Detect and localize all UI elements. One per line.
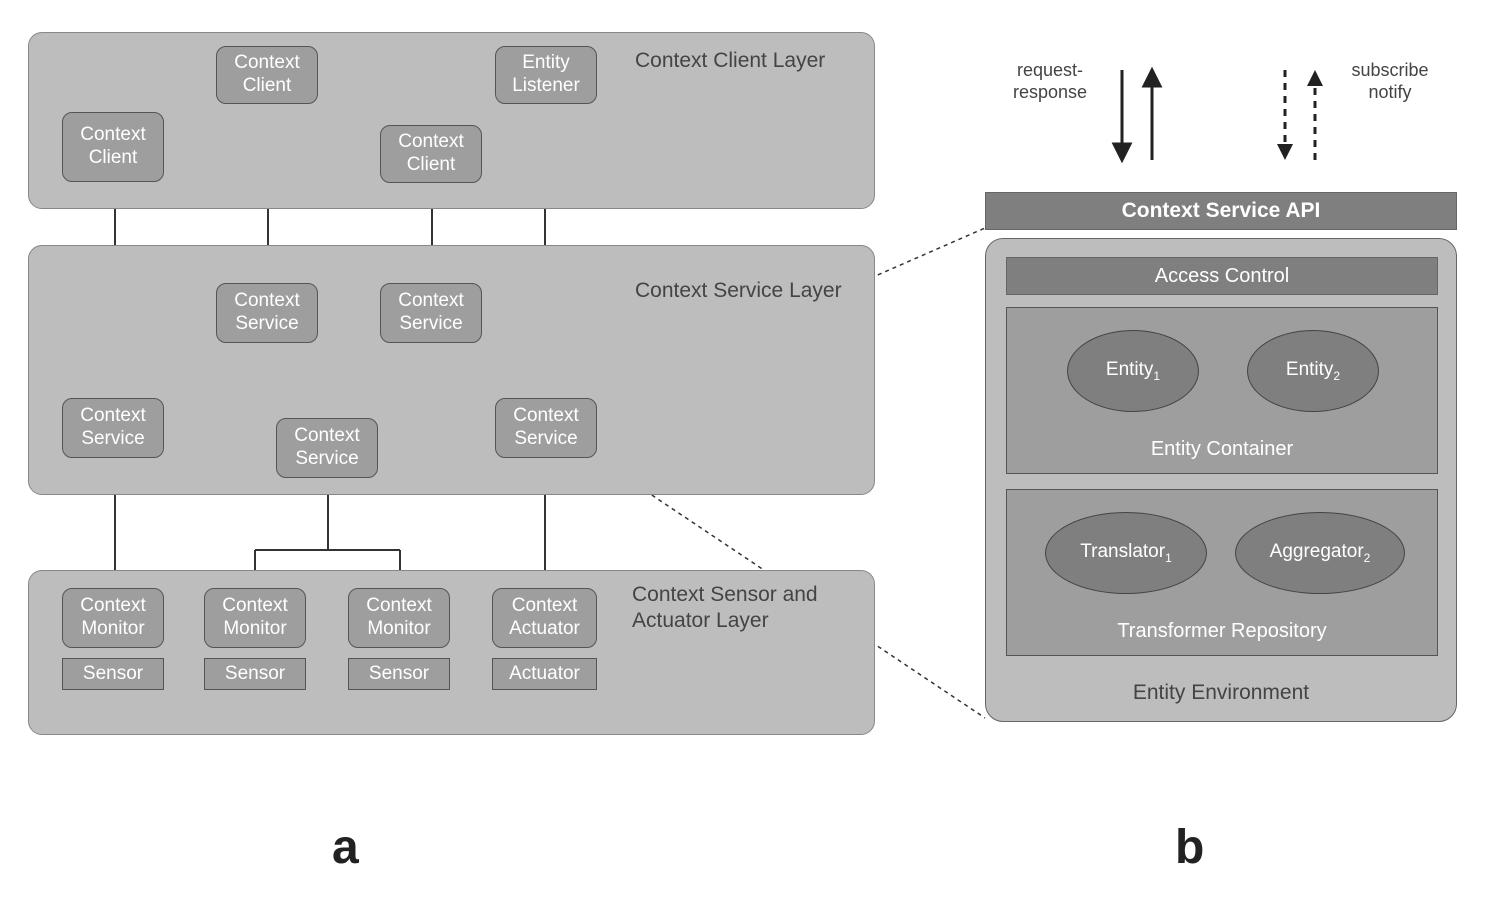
box-label: Context Monitor: [353, 595, 445, 641]
context-service-center: Context Service: [276, 418, 378, 478]
box-label: Context Service: [221, 290, 313, 336]
box-label: Context Service: [500, 405, 592, 451]
box-label: Context Actuator: [497, 595, 592, 641]
entity-container-label: Entity Container: [1007, 438, 1437, 461]
box-label: Entity Listener: [500, 52, 592, 98]
context-service-upper-right: Context Service: [380, 283, 482, 343]
box-label: Actuator: [509, 663, 580, 685]
entity-1-label: Entity1: [1106, 359, 1160, 383]
context-client-left: Context Client: [62, 112, 164, 182]
transformer-repo-label: Transformer Repository: [1007, 620, 1437, 643]
actuator: Actuator: [492, 658, 597, 690]
sensor-1: Sensor: [62, 658, 164, 690]
panel-a-label: a: [332, 820, 359, 875]
context-monitor-3: Context Monitor: [348, 588, 450, 648]
context-actuator: Context Actuator: [492, 588, 597, 648]
context-service-right: Context Service: [495, 398, 597, 458]
transformer-repository-panel: Translator1 Aggregator2 Transformer Repo…: [1006, 489, 1438, 656]
entity-environment-label: Entity Environment: [986, 681, 1456, 705]
entity-listener: Entity Listener: [495, 46, 597, 104]
box-label: Sensor: [369, 663, 429, 685]
box-label: Context Client: [221, 52, 313, 98]
sensor-layer-label: Context Sensor and Actuator Layer: [632, 582, 852, 635]
context-monitor-2: Context Monitor: [204, 588, 306, 648]
entity-2: Entity2: [1247, 330, 1379, 412]
context-service-upper-left: Context Service: [216, 283, 318, 343]
service-layer-label: Context Service Layer: [635, 278, 845, 304]
context-client-mid: Context Client: [380, 125, 482, 183]
legend-request-response: request- response: [1000, 60, 1100, 103]
context-service-api-bar: Context Service API: [985, 192, 1457, 230]
entity-1: Entity1: [1067, 330, 1199, 412]
sensor-3: Sensor: [348, 658, 450, 690]
aggregator-2-label: Aggregator2: [1270, 541, 1371, 565]
entity-container-panel: Entity1 Entity2 Entity Container: [1006, 307, 1438, 474]
box-label: Context Monitor: [209, 595, 301, 641]
context-client-top: Context Client: [216, 46, 318, 104]
api-bar-label: Context Service API: [1122, 199, 1321, 223]
translator-1: Translator1: [1045, 512, 1207, 594]
box-label: Sensor: [225, 663, 285, 685]
box-label: Context Service: [67, 405, 159, 451]
box-label: Context Client: [67, 124, 159, 170]
aggregator-2: Aggregator2: [1235, 512, 1405, 594]
context-monitor-1: Context Monitor: [62, 588, 164, 648]
box-label: Context Monitor: [67, 595, 159, 641]
client-layer-label: Context Client Layer: [635, 48, 835, 74]
entity-environment-panel: Access Control Entity1 Entity2 Entity Co…: [985, 238, 1457, 722]
legend-subscribe-notify: subscribe notify: [1340, 60, 1440, 103]
access-control-label: Access Control: [1155, 265, 1290, 288]
box-label: Context Service: [281, 425, 373, 471]
box-label: Context Client: [385, 131, 477, 177]
translator-1-label: Translator1: [1080, 541, 1172, 565]
box-label: Sensor: [83, 663, 143, 685]
context-service-left: Context Service: [62, 398, 164, 458]
box-label: Context Service: [385, 290, 477, 336]
panel-b-label: b: [1175, 820, 1204, 875]
sensor-2: Sensor: [204, 658, 306, 690]
access-control-bar: Access Control: [1006, 257, 1438, 295]
entity-2-label: Entity2: [1286, 359, 1340, 383]
